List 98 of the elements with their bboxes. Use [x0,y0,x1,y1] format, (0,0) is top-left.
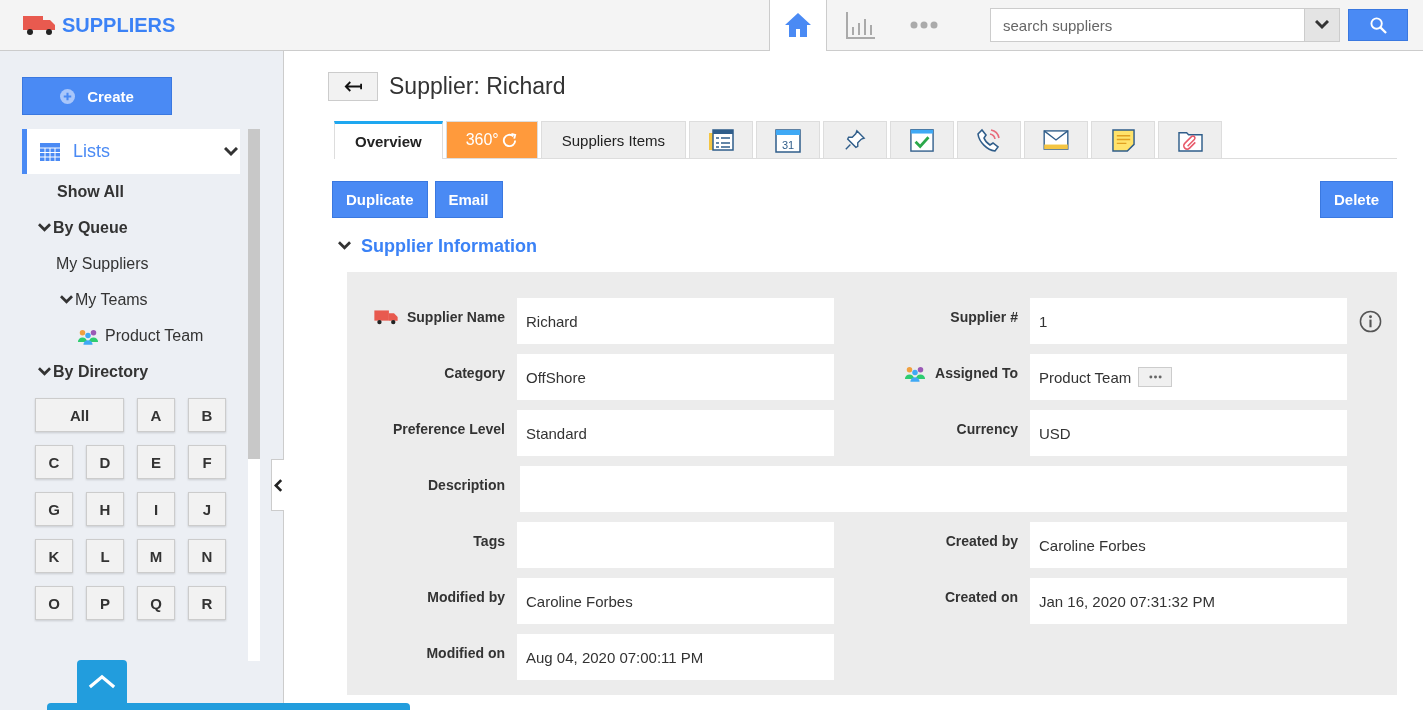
tree-item[interactable]: My Suppliers [22,246,240,282]
letter-filter-button[interactable]: H [86,492,124,526]
truck-icon [23,14,55,36]
chevron-icon [38,223,51,233]
lists-label: Lists [73,141,111,162]
field-value[interactable]: 1 [1030,298,1347,344]
field-label: Currency [955,420,1018,439]
mail-icon [1043,130,1070,150]
pin-tab[interactable] [823,121,888,158]
letter-filter-button[interactable]: R [188,586,226,620]
letter-filter-button[interactable]: P [86,586,124,620]
scrollbar[interactable] [248,129,260,661]
field-value[interactable]: OffShore [517,354,834,400]
search-dropdown[interactable] [1305,8,1340,42]
more-icon [910,21,938,29]
more-icon [1148,375,1162,379]
tab[interactable]: Suppliers Items [540,121,687,158]
field-value[interactable]: Caroline Forbes [517,578,834,624]
field-value[interactable]: Caroline Forbes [1030,522,1347,568]
field-label: Modified on [425,644,505,663]
back-arrow-icon [344,81,362,92]
field-label: Supplier Name [347,298,505,344]
field-label: Preference Level [391,420,505,439]
mail-tab[interactable] [1024,121,1089,158]
attachment-tab[interactable] [1158,121,1223,158]
letter-filter-button[interactable]: F [188,445,226,479]
field-label: Created on [943,588,1018,607]
letter-filter-button[interactable]: M [137,539,175,573]
note-icon [1111,128,1135,152]
more-button[interactable] [1138,367,1173,387]
section-header[interactable]: Supplier Information [338,235,1397,257]
scroll-up-button[interactable] [77,660,127,703]
home-icon [784,12,812,38]
letter-filter-button[interactable]: B [188,398,226,432]
field-label: Created by [944,532,1018,551]
field-value[interactable]: Richard [517,298,834,344]
form-tab[interactable] [689,121,754,158]
task-tab[interactable] [890,121,955,158]
phone-icon [976,127,1003,153]
tree-item[interactable]: By Directory [22,354,240,390]
letter-filter-button[interactable]: C [35,445,73,479]
field-label: Tags [472,532,505,551]
bar-chart-icon [846,11,876,39]
search-icon [1369,16,1387,34]
page-title: Supplier: Richard [389,73,566,100]
calendar-icon: 31 [775,127,802,153]
note-tab[interactable] [1091,121,1156,158]
form-icon [708,128,735,152]
collapse-sidebar-button[interactable] [271,459,284,511]
tab[interactable]: Overview [334,121,443,159]
team-icon [77,327,99,345]
tree-item[interactable]: By Queue [22,210,240,246]
tree-item[interactable]: My Teams [22,282,240,318]
field-label: Category [443,364,505,383]
field-label: Modified by [426,588,505,607]
table-icon [40,142,60,161]
chevron-icon [60,295,73,305]
truck-icon [373,309,398,325]
field-value[interactable]: USD [1030,410,1347,456]
letter-filter-button[interactable]: I [137,492,175,526]
field-value[interactable]: Jan 16, 2020 07:31:32 PM [1030,578,1347,624]
letter-filter-button[interactable]: K [35,539,73,573]
search-button[interactable] [1348,9,1408,41]
letter-filter-button[interactable]: G [35,492,73,526]
letter-filter-button[interactable]: N [188,539,226,573]
letter-filter-button[interactable]: J [188,492,226,526]
refresh-icon [500,131,518,149]
search-field[interactable]: search suppliers [990,8,1305,42]
app-title: SUPPLIERS [62,13,176,37]
checkmark-calendar-icon [910,128,935,152]
field-value[interactable]: Product Team [1030,354,1347,400]
plus-circle-icon [60,88,76,104]
chevron-icon [38,367,51,377]
chevron-left-icon [273,478,283,492]
team-icon [904,365,927,382]
letter-filter-button[interactable]: A [137,398,175,432]
back-button[interactable] [328,72,378,101]
tree-item[interactable]: Show All [22,174,240,210]
calendar-tab[interactable]: 31 [756,121,821,158]
field-label: Description [427,476,505,495]
letter-filter-button[interactable]: L [86,539,124,573]
chevron-down-icon [1315,20,1329,30]
chevron-up-icon [88,674,116,689]
pin-icon [844,129,867,151]
info-icon[interactable] [1359,309,1382,333]
field-label: Supplier # [949,308,1018,327]
letter-filter-button[interactable]: E [137,445,175,479]
letter-filter-button[interactable]: Q [137,586,175,620]
field-value[interactable]: Aug 04, 2020 07:00:11 PM [517,634,834,680]
phone-tab[interactable] [957,121,1022,158]
tree-item[interactable]: Product Team [22,318,240,354]
home-tab[interactable] [769,0,827,51]
chevron-icon [338,241,351,251]
field-value[interactable]: Standard [517,410,834,456]
letter-filter-button[interactable]: All [35,398,124,432]
field-label: Assigned To [846,354,1018,400]
letter-filter-button[interactable]: O [35,586,73,620]
letter-filter-button[interactable]: D [86,445,124,479]
